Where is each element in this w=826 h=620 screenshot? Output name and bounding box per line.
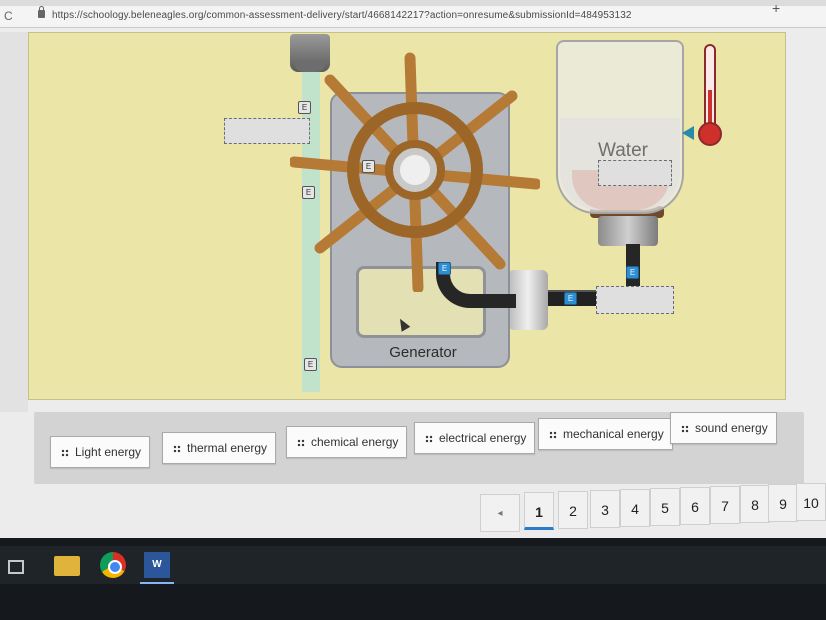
page-button-1[interactable]: 1 [524, 492, 554, 530]
word-chip-sound-energy[interactable]: sound energy [670, 412, 777, 444]
page-button-8[interactable]: 8 [740, 485, 770, 523]
chip-label: Light energy [75, 445, 142, 459]
page-button-9[interactable]: 9 [768, 484, 798, 522]
task-view-icon[interactable] [8, 560, 24, 574]
word-app-icon[interactable]: W [144, 552, 170, 578]
energy-marker: E [626, 266, 639, 279]
drag-handle-icon[interactable] [61, 449, 69, 457]
reload-icon[interactable]: C [4, 9, 13, 23]
page-button-2[interactable]: 2 [558, 491, 588, 529]
word-chip-electrical-energy[interactable]: electrical energy [414, 422, 536, 454]
pointer-arrow-icon [682, 126, 694, 140]
page-button-7[interactable]: 7 [710, 486, 740, 524]
drag-handle-icon[interactable] [425, 435, 433, 443]
thermometer-icon [696, 44, 724, 150]
lock-icon [38, 6, 45, 18]
drop-target-pipe[interactable] [596, 286, 674, 314]
chip-label: chemical energy [311, 435, 399, 449]
new-tab-icon[interactable]: + [772, 0, 780, 16]
page-button-3[interactable]: 3 [590, 490, 620, 528]
energy-marker: E [298, 101, 311, 114]
drag-handle-icon[interactable] [549, 431, 557, 439]
energy-marker: E [362, 160, 375, 173]
water-wheel-icon [290, 52, 540, 292]
drop-target-water-tank[interactable] [598, 160, 672, 186]
page-button-10[interactable]: 10 [796, 483, 826, 521]
word-chip-light-energy[interactable]: Light energy [50, 436, 151, 468]
left-gutter [0, 32, 28, 412]
page-button-5[interactable]: 5 [650, 488, 680, 526]
drop-target-water-source[interactable] [224, 118, 310, 144]
chip-label: mechanical energy [563, 427, 664, 441]
chip-label: sound energy [695, 421, 768, 435]
generator-label: Generator [389, 344, 457, 361]
energy-marker: E [304, 358, 317, 371]
drag-handle-icon[interactable] [173, 445, 181, 453]
chrome-icon[interactable] [100, 552, 126, 578]
word-chip-chemical-energy[interactable]: chemical energy [286, 426, 408, 458]
page-button-4[interactable]: 4 [620, 489, 650, 527]
drag-handle-icon[interactable] [297, 439, 305, 447]
energy-marker: E [302, 186, 315, 199]
water-label: Water [598, 140, 648, 161]
chip-label: thermal energy [187, 441, 268, 455]
word-chip-thermal-energy[interactable]: thermal energy [162, 432, 277, 464]
drag-handle-icon[interactable] [681, 425, 689, 433]
tank-base [598, 216, 658, 246]
word-chip-mechanical-energy[interactable]: mechanical energy [538, 418, 673, 450]
chip-label: electrical energy [439, 431, 527, 445]
screen: C https://schoology.beleneagles.org/comm… [0, 0, 826, 620]
url-text[interactable]: https://schoology.beleneagles.org/common… [52, 10, 632, 21]
energy-marker: E [564, 292, 577, 305]
energy-marker: E [438, 262, 451, 275]
file-explorer-icon[interactable] [54, 556, 80, 576]
previous-page-button[interactable]: ◂ [480, 494, 520, 532]
address-bar[interactable]: C https://schoology.beleneagles.org/comm… [0, 0, 826, 28]
water-tank [556, 40, 684, 214]
page-button-6[interactable]: 6 [680, 487, 710, 525]
active-app-indicator [140, 582, 174, 584]
